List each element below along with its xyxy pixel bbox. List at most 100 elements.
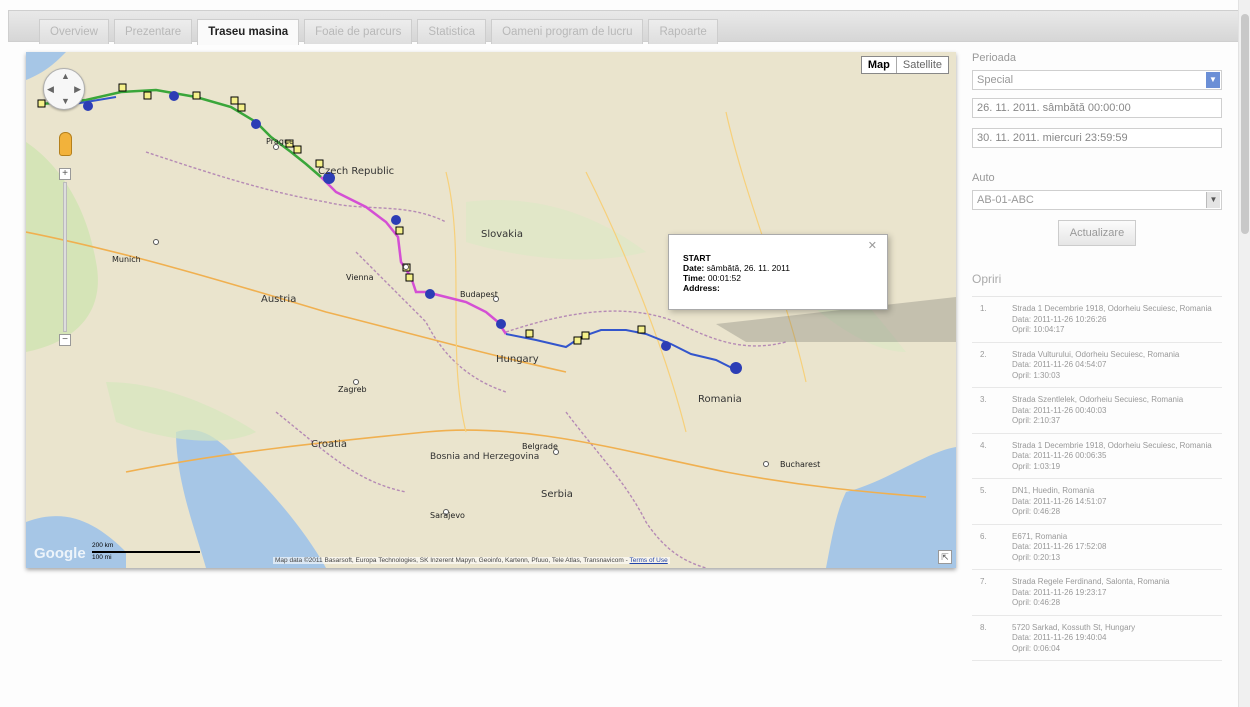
- scrollbar-thumb[interactable]: [1241, 14, 1249, 234]
- popup-time-label: Time:: [683, 273, 706, 283]
- stop-number: 6.: [980, 531, 987, 541]
- scale-bottom-label: 100 mi: [92, 554, 112, 561]
- map-label-prague: Prague: [266, 137, 294, 146]
- popup-time-value: 00:01:52: [707, 273, 741, 283]
- zoom-out-button[interactable]: −: [59, 334, 71, 346]
- stop-address: Strada 1 Decembrie 1918, Odorheiu Secuie…: [1012, 440, 1212, 450]
- map-label-croatia: Croatia: [311, 439, 347, 450]
- list-item[interactable]: 8. 5720 Sarkad, Kossuth St, Hungary Data…: [972, 616, 1222, 661]
- tab-oameni-program[interactable]: Oameni program de lucru: [491, 19, 644, 44]
- stop-duration: Opril: 1:03:19: [1012, 461, 1061, 471]
- stop-address: Strada 1 Decembrie 1918, Odorheiu Secuie…: [1012, 304, 1212, 313]
- list-item[interactable]: 5. DN1, Huedin, Romania Data: 2011-11-26…: [972, 479, 1222, 525]
- map-type-switch: Map Satellite: [860, 56, 949, 74]
- chevron-down-icon[interactable]: ▼: [1206, 72, 1220, 88]
- map-label-sarajevo: Sarajevo: [430, 511, 465, 520]
- period-label: Perioada: [972, 52, 1017, 64]
- tab-traseu-masina[interactable]: Traseu masina: [197, 19, 300, 45]
- popup-date-value: sâmbătă, 26. 11. 2011: [706, 263, 790, 273]
- tab-list: Overview Prezentare Traseu masina Foaie …: [39, 19, 718, 45]
- map-label-czech-republic: Czech Republic: [318, 166, 394, 177]
- tab-rapoarte[interactable]: Rapoarte: [648, 19, 718, 44]
- map-label-budapest: Budapest: [460, 290, 498, 299]
- stop-date: Data: 2011-11-26 19:40:04: [1012, 633, 1107, 642]
- popup-date-label: Date:: [683, 263, 705, 273]
- pan-up-icon[interactable]: ▲: [61, 72, 70, 81]
- tab-foaie-de-parcurs[interactable]: Foaie de parcurs: [304, 19, 413, 44]
- stop-date: Data: 2011-11-26 17:52:08: [1012, 542, 1107, 551]
- map-label-munich: Munich: [112, 255, 141, 264]
- terms-of-use-link[interactable]: Terms of Use: [629, 557, 667, 564]
- scale-top-label: 200 km: [92, 542, 114, 549]
- stop-address: 5720 Sarkad, Kossuth St, Hungary: [1012, 622, 1136, 632]
- pan-right-icon[interactable]: ▶: [74, 85, 81, 94]
- stop-number: 3.: [980, 395, 987, 404]
- map-label-hungary: Hungary: [496, 354, 539, 365]
- stop-number: 2.: [980, 349, 987, 359]
- route-map[interactable]: Czech Republic Slovakia Austria Hungary …: [26, 52, 956, 568]
- stop-address: E671, Romania: [1012, 531, 1068, 541]
- sidebar: Perioada Special ▼ 26. 11. 2011. sâmbătă…: [972, 52, 1222, 661]
- map-type-satellite-button[interactable]: Satellite: [897, 57, 948, 73]
- stop-number: 1.: [980, 304, 987, 313]
- tab-overview[interactable]: Overview: [39, 19, 109, 44]
- pan-control[interactable]: ▲ ▼ ◀ ▶: [43, 68, 85, 110]
- stop-duration: Opril: 0:20:13: [1012, 552, 1061, 562]
- pegman-icon[interactable]: [59, 132, 72, 156]
- map-label-belgrade: Belgrade: [522, 442, 558, 451]
- list-item[interactable]: 7. Strada Regele Ferdinand, Salonta, Rom…: [972, 570, 1222, 616]
- map-label-vienna: Vienna: [346, 273, 374, 282]
- stop-address: DN1, Huedin, Romania: [1012, 486, 1095, 495]
- list-item[interactable]: 1. Strada 1 Decembrie 1918, Odorheiu Sec…: [972, 297, 1222, 343]
- map-label-zagreb: Zagreb: [338, 385, 367, 394]
- list-item[interactable]: 2. Strada Vulturului, Odorheiu Secuiesc,…: [972, 343, 1222, 388]
- map-canvas: Czech Republic Slovakia Austria Hungary …: [26, 52, 956, 568]
- zoom-control: + −: [59, 168, 71, 348]
- map-attribution: Map data ©2011 Basarsoft, Europa Technol…: [273, 557, 670, 564]
- stop-duration: Opril: 0:46:28: [1012, 598, 1061, 607]
- stops-list: 1. Strada 1 Decembrie 1918, Odorheiu Sec…: [972, 296, 1222, 661]
- map-type-map-button[interactable]: Map: [862, 57, 897, 73]
- map-scale: 200 km 100 mi: [92, 542, 200, 562]
- chevron-down-icon[interactable]: ▼: [1206, 192, 1220, 208]
- close-icon[interactable]: ✕: [868, 241, 877, 252]
- stop-duration: Opril: 1:30:03: [1012, 370, 1061, 380]
- map-label-bosnia: Bosnia and Herzegovina: [430, 452, 539, 462]
- map-label-bucharest: Bucharest: [780, 460, 820, 469]
- date-from-field[interactable]: 26. 11. 2011. sâmbătă 00:00:00: [972, 98, 1222, 118]
- attribution-text: Map data ©2011 Basarsoft, Europa Technol…: [275, 557, 628, 564]
- auto-label: Auto: [972, 172, 995, 184]
- stop-number: 4.: [980, 440, 987, 450]
- tab-bar: Overview Prezentare Traseu masina Foaie …: [8, 10, 1240, 45]
- stop-address: Strada Szentlelek, Odorheiu Secuiesc, Ro…: [1012, 395, 1184, 404]
- zoom-in-button[interactable]: +: [59, 168, 71, 180]
- pan-down-icon[interactable]: ▼: [61, 97, 70, 106]
- list-item[interactable]: 6. E671, Romania Data: 2011-11-26 17:52:…: [972, 525, 1222, 570]
- stop-date: Data: 2011-11-26 04:54:07: [1012, 360, 1107, 369]
- list-item[interactable]: 4. Strada 1 Decembrie 1918, Odorheiu Sec…: [972, 434, 1222, 479]
- stop-address: Strada Vulturului, Odorheiu Secuiesc, Ro…: [1012, 349, 1180, 359]
- tab-statistica[interactable]: Statistica: [417, 19, 487, 44]
- stop-duration: Opril: 2:10:37: [1012, 416, 1061, 425]
- google-logo[interactable]: Google: [34, 545, 86, 562]
- stop-date: Data: 2011-11-26 10:26:26: [1012, 314, 1107, 324]
- tab-prezentare[interactable]: Prezentare: [113, 19, 193, 44]
- pan-left-icon[interactable]: ◀: [47, 85, 54, 94]
- stop-date: Data: 2011-11-26 00:06:35: [1012, 451, 1107, 460]
- date-to-field[interactable]: 30. 11. 2011. miercuri 23:59:59: [972, 128, 1222, 148]
- zoom-slider[interactable]: [63, 182, 67, 332]
- page-scrollbar[interactable]: [1238, 0, 1250, 707]
- popup-address-label: Address:: [683, 283, 720, 293]
- map-label-austria: Austria: [261, 294, 296, 305]
- stop-number: 5.: [980, 486, 987, 495]
- stop-duration: Opril: 10:04:17: [1012, 325, 1065, 334]
- update-button[interactable]: Actualizare: [1058, 220, 1136, 246]
- stop-number: 8.: [980, 622, 987, 632]
- auto-select[interactable]: AB-01-ABC ▼: [972, 190, 1222, 210]
- period-select[interactable]: Special ▼: [972, 70, 1222, 90]
- overview-map-toggle-icon[interactable]: ⇱: [938, 550, 952, 564]
- list-item[interactable]: 3. Strada Szentlelek, Odorheiu Secuiesc,…: [972, 388, 1222, 434]
- stop-number: 7.: [980, 577, 987, 586]
- stop-duration: Opril: 0:06:04: [1012, 643, 1061, 653]
- stop-address: Strada Regele Ferdinand, Salonta, Romani…: [1012, 577, 1170, 586]
